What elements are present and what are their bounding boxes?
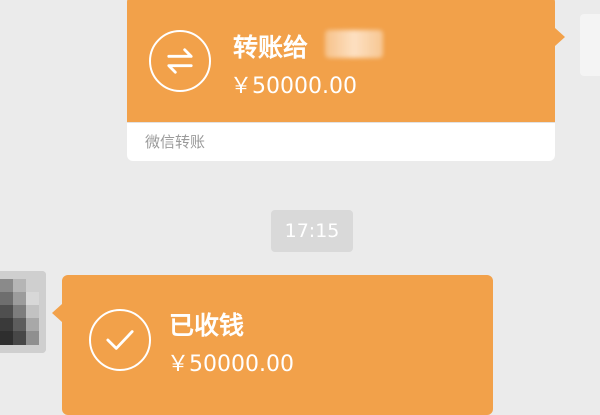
checkmark-icon — [89, 309, 151, 371]
received-bubble-tail — [52, 304, 62, 322]
sent-bubble-tail — [555, 28, 565, 46]
transfer-title: 转账给 — [233, 33, 309, 62]
chat-timestamp: 17:15 — [271, 210, 353, 252]
outgoing-avatar-edge — [580, 14, 600, 76]
avatar[interactable] — [0, 271, 46, 353]
sent-transfer-card[interactable]: 转账给 ￥50000.00 微信转账 — [127, 0, 555, 161]
received-title: 已收钱 — [169, 311, 245, 340]
received-amount: ￥50000.00 — [167, 352, 294, 377]
transfer-amount: ￥50000.00 — [230, 74, 357, 99]
transfer-footer-label: 微信转账 — [127, 122, 555, 161]
received-transfer-card[interactable]: 已收钱 ￥50000.00 — [62, 275, 493, 415]
recipient-name-blurred — [325, 30, 383, 58]
transfer-arrows-icon — [149, 30, 211, 92]
